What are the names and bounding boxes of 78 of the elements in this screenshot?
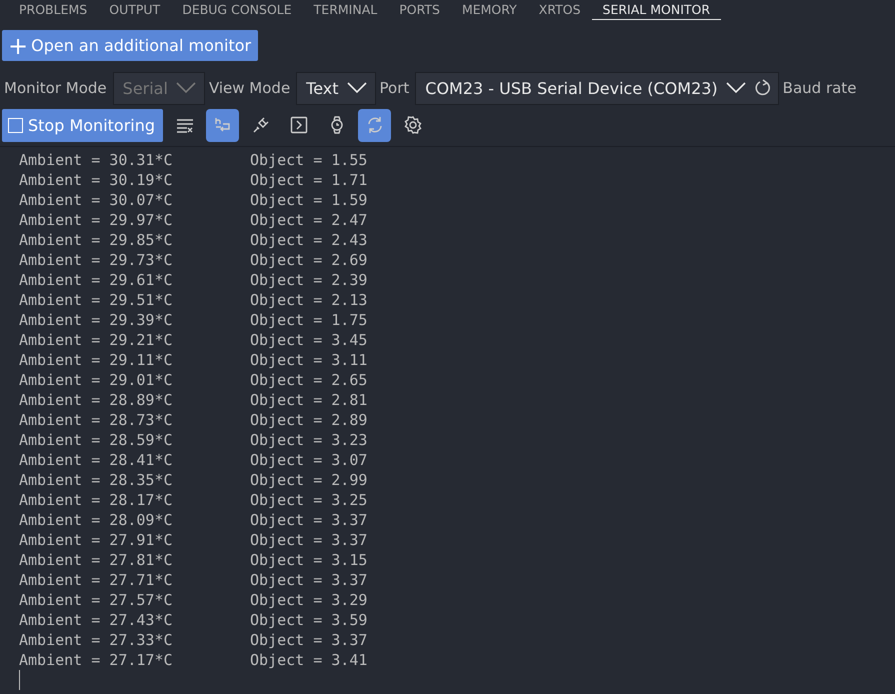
output-text: Object = 3.25 [250,490,368,510]
output-text: Ambient = 28.41*C [19,450,174,470]
output-text: Object = 2.43 [250,230,368,250]
stop-monitoring-button[interactable]: Stop Monitoring [2,108,164,142]
output-text: Object = 2.39 [250,270,368,290]
plug-icon [250,115,271,135]
panel-tab[interactable]: DEBUG CONSOLE [171,0,303,20]
refresh-button[interactable] [358,108,392,142]
setting-label: View Mode [208,79,292,97]
output-text: Object = 2.99 [250,470,368,490]
output-text: Ambient = 27.17*C [19,650,174,670]
panel-tab[interactable]: PORTS [388,0,451,20]
output-text: Ambient = 28.17*C [19,490,174,510]
panel-tab[interactable]: OUTPUT [98,0,172,20]
output-text: Object = 3.11 [250,350,368,370]
panel-tab[interactable]: PROBLEMS [8,0,98,20]
output-text: Object = 2.65 [250,370,368,390]
chevron-down-icon [726,82,746,94]
output-text: Object = 2.89 [250,410,368,430]
panel-tab[interactable]: MEMORY [450,0,528,20]
output-text: Object = 2.13 [250,290,368,310]
output-text: Ambient = 29.39*C [19,310,174,330]
output-text: Object = 3.07 [250,450,368,470]
output-text: Ambient = 28.89*C [19,390,174,410]
output-text: Ambient = 27.57*C [19,590,174,610]
terminal-icon [288,115,309,135]
output-text: Ambient = 30.19*C [19,170,174,190]
output-text: Object = 2.69 [250,250,368,270]
chevron-down-icon [346,82,367,94]
panel-tab[interactable]: SERIAL MONITOR [592,0,722,20]
output-text: Ambient = 29.85*C [19,230,174,250]
output-text: Object = 1.71 [250,170,368,190]
output-text: Object = 3.37 [250,630,368,650]
output-text: Object = 1.55 [250,150,368,170]
settings-icon [402,115,423,135]
output-text: Object = 3.15 [250,550,368,570]
dropdown[interactable]: COM23 - USB Serial Device (COM23) [415,72,779,104]
output-text: Object = 3.29 [250,590,368,610]
open-monitor-button[interactable]: +Open an additional monitor [2,30,258,61]
output-text: Object = 3.59 [250,610,368,630]
output-text: Ambient = 29.21*C [19,330,174,350]
output-text: Ambient = 30.07*C [19,190,174,210]
output-text: Object = 1.59 [250,190,368,210]
output-text: Ambient = 28.73*C [19,410,174,430]
output-text: Ambient = 29.11*C [19,350,174,370]
output-text: Ambient = 27.91*C [19,530,174,550]
setting-label: Port [378,79,410,97]
output-text: Object = 3.37 [250,510,368,530]
output-text: Ambient = 28.59*C [19,430,174,450]
output-text: Ambient = 29.51*C [19,290,174,310]
setting-label: Baud rate [782,79,858,97]
output-text: Ambient = 27.33*C [19,630,174,650]
output-text: Ambient = 27.43*C [19,610,174,630]
output-text: Ambient = 29.01*C [19,370,174,390]
output-text: Object = 2.47 [250,210,368,230]
output-text: Ambient = 29.73*C [19,250,174,270]
chevron-down-icon [176,82,196,94]
panel-tab[interactable]: XRTOS [528,0,592,20]
output-text: Ambient = 30.31*C [19,150,174,170]
output-text: Ambient = 28.09*C [19,510,174,530]
output-text: Ambient = 29.97*C [19,210,174,230]
output-text: Object = 1.75 [250,310,368,330]
output-text: Object = 3.41 [250,650,368,670]
output-text: Ambient = 28.35*C [19,470,174,490]
output-text: Ambient = 27.71*C [19,570,174,590]
output-text: Object = 3.23 [250,430,368,450]
output-text: Ambient = 27.81*C [19,550,174,570]
setting-label: Monitor Mode [3,79,108,97]
text-cursor [19,670,20,690]
output-text: Ambient = 29.61*C [19,270,174,290]
refresh-icon[interactable] [754,79,772,97]
output-text: Object = 3.45 [250,330,368,350]
output-text: Object = 2.81 [250,390,368,410]
output-text: Object = 3.37 [250,570,368,590]
panel-tab[interactable]: TERMINAL [302,0,388,20]
text-wrap-button[interactable] [206,108,240,142]
output-text: Object = 3.37 [250,530,368,550]
dropdown[interactable]: Text [296,72,376,104]
